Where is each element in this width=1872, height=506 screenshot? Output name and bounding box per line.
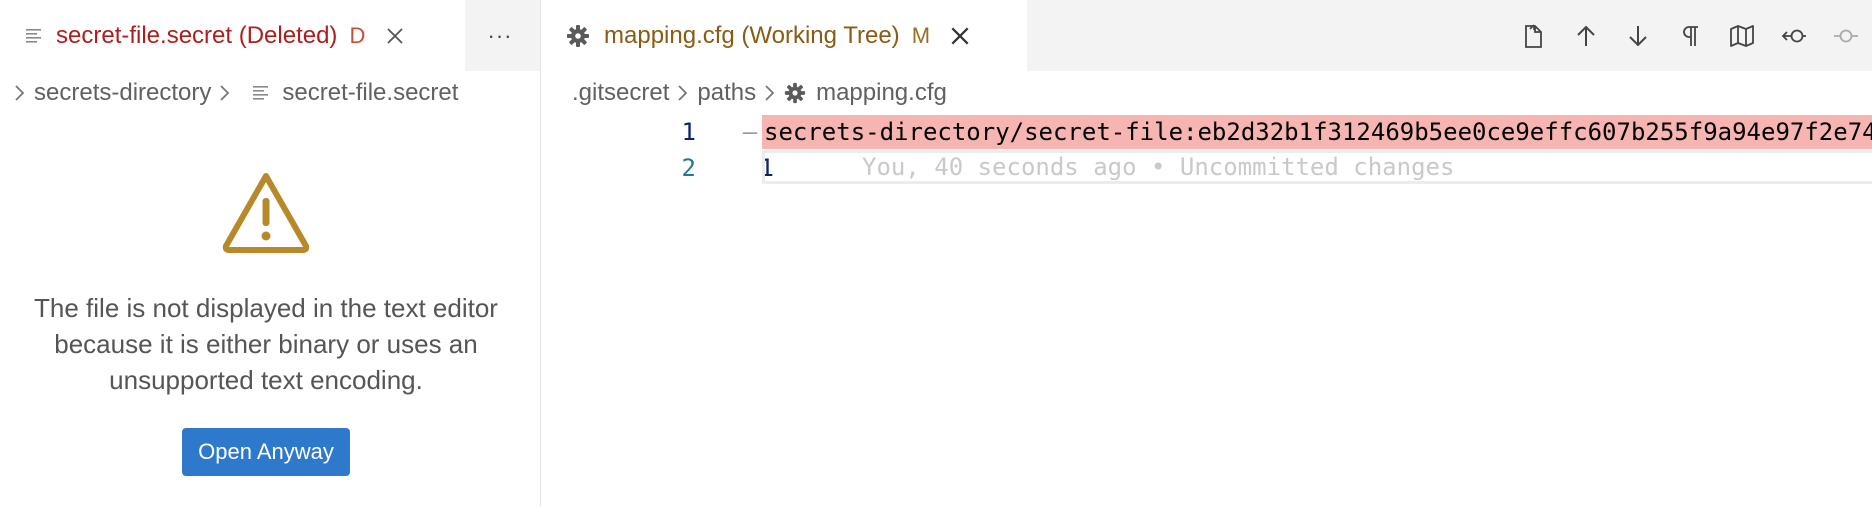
chevron-right-icon xyxy=(219,83,231,103)
original-line-number: 2 xyxy=(681,154,696,182)
close-icon[interactable] xyxy=(383,24,407,48)
editor-actions-toolbar xyxy=(1508,0,1872,71)
next-change-icon[interactable] xyxy=(1612,10,1664,62)
breadcrumb-root[interactable]: .gitsecret xyxy=(572,79,669,107)
file-lines-icon xyxy=(26,28,41,43)
close-icon[interactable] xyxy=(948,24,972,48)
map-icon[interactable] xyxy=(1716,10,1768,62)
gear-icon xyxy=(567,24,589,47)
right-tab-bar: mapping.cfg (Working Tree) M xyxy=(542,0,1872,71)
breadcrumb: secrets-directory secret-file.secret xyxy=(6,72,458,114)
previous-change-icon[interactable] xyxy=(1560,10,1612,62)
open-changes-icon[interactable] xyxy=(1508,10,1560,62)
pilcrow-icon[interactable] xyxy=(1664,10,1716,62)
code-line-current: 2 1 You, 40 seconds ago • Uncommitted ch… xyxy=(542,150,1872,186)
left-editor-group: secret-file.secret (Deleted) D ··· secre… xyxy=(0,0,541,506)
binary-file-notice: The file is not displayed in the text ed… xyxy=(0,170,532,476)
modified-status-badge: M xyxy=(911,22,931,48)
more-actions-button[interactable]: ··· xyxy=(470,0,530,71)
tab-secret-file-deleted[interactable]: secret-file.secret (Deleted) D xyxy=(0,0,465,71)
revert-icon[interactable] xyxy=(1768,10,1820,62)
breadcrumb-folder[interactable]: secrets-directory xyxy=(34,79,211,107)
original-line-number: 1 xyxy=(681,118,696,146)
open-anyway-button[interactable]: Open Anyway xyxy=(182,428,350,476)
chevron-right-icon xyxy=(14,83,26,103)
left-tab-bar: secret-file.secret (Deleted) D ··· xyxy=(0,0,540,71)
chevron-right-icon xyxy=(677,83,689,103)
warning-icon xyxy=(222,173,310,253)
tab-title: mapping.cfg (Working Tree) xyxy=(604,21,900,49)
gear-icon xyxy=(785,82,806,104)
breadcrumb-folder[interactable]: paths xyxy=(697,79,756,107)
removed-line-text: secrets-directory/secret-file:eb2d32b1f3… xyxy=(762,115,1872,149)
tab-title: secret-file.secret (Deleted) xyxy=(56,21,338,49)
diff-editor[interactable]: 1 — secrets-directory/secret-file:eb2d32… xyxy=(542,114,1872,186)
file-lines-icon xyxy=(253,86,269,100)
breadcrumb-file[interactable]: mapping.cfg xyxy=(816,79,947,107)
breadcrumb: .gitsecret paths mapping.cfg xyxy=(572,72,947,114)
commit-icon[interactable] xyxy=(1820,10,1872,62)
tab-mapping-cfg-working-tree[interactable]: mapping.cfg (Working Tree) M xyxy=(542,0,1027,71)
code-line-removed: 1 — secrets-directory/secret-file:eb2d32… xyxy=(542,114,1872,150)
breadcrumb-file[interactable]: secret-file.secret xyxy=(282,79,458,107)
removed-line-marker: — xyxy=(742,118,758,146)
deleted-status-badge: D xyxy=(349,22,366,48)
chevron-right-icon xyxy=(764,83,776,103)
inline-blame-annotation: You, 40 seconds ago • Uncommitted change… xyxy=(762,150,1872,184)
right-editor-group: mapping.cfg (Working Tree) M .gitsecret … xyxy=(542,0,1872,506)
notice-message: The file is not displayed in the text ed… xyxy=(34,293,498,395)
